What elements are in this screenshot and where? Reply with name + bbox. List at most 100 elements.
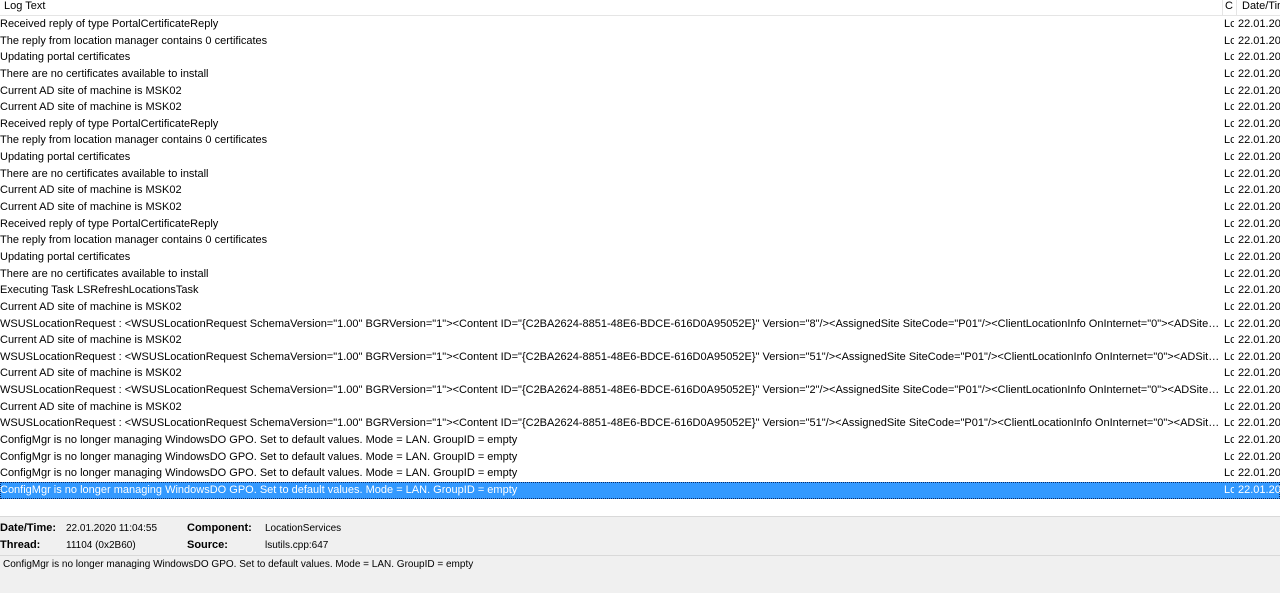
component-cell: Lc [1224,417,1234,430]
log-text-cell: Current AD site of machine is MSK02 [0,101,182,114]
column-header-date-time[interactable]: Date/Tim [1236,0,1280,15]
log-text-cell: The reply from location manager contains… [0,134,268,147]
log-row[interactable]: Current AD site of machine is MSK02 Lc 22.… [0,99,1280,116]
date-time-cell: 22.01.202 [1238,350,1280,363]
date-time-cell: 22.01.202 [1238,184,1280,197]
log-row[interactable]: Received reply of type PortalCertificate… [0,16,1280,33]
component-cell: Lc [1224,67,1234,80]
log-row[interactable]: WSUSLocationRequest : <WSUSLocationReque… [0,349,1280,366]
log-row[interactable]: Current AD site of machine is MSK02 Lc 22.… [0,83,1280,100]
date-time-cell: 22.01.202 [1238,400,1280,413]
date-time-cell: 22.01.202 [1238,34,1280,47]
log-text-cell: Current AD site of machine is MSK02 [0,300,182,313]
component-cell: Lc [1224,18,1234,30]
date-time-cell: 22.01.202 [1238,167,1280,180]
log-row[interactable]: WSUSLocationRequest : <WSUSLocationReque… [0,316,1280,333]
log-row[interactable]: Current AD site of machine is MSK02 Lc 22.… [0,299,1280,316]
date-time-cell: 22.01.202 [1238,450,1280,463]
component-cell: Lc [1224,234,1234,247]
log-row[interactable]: Received reply of type PortalCertificate… [0,216,1280,233]
component-cell: Lc [1224,350,1234,363]
thread-label: Thread: [0,539,41,551]
log-row[interactable]: There are no certificates available to i… [0,166,1280,183]
log-row[interactable]: The reply from location manager contains… [0,33,1280,50]
component-cell: Lc [1224,167,1234,180]
component-cell: Lc [1224,84,1234,97]
component-cell: Lc [1224,317,1234,330]
log-text-cell: Updating portal certificates [0,250,131,263]
log-row[interactable]: Current AD site of machine is MSK02 Lc 22.… [0,182,1280,199]
log-text-cell: ConfigMgr is no longer managing WindowsD… [0,467,518,480]
component-cell: Lc [1224,450,1234,463]
thread-value: 11104 (0x2B60) [66,540,136,551]
datetime-label: Date/Time: [0,522,57,534]
component-cell: Lc [1224,34,1234,47]
log-row[interactable]: There are no certificates available to i… [0,66,1280,83]
log-row[interactable]: WSUSLocationRequest : <WSUSLocationReque… [0,415,1280,432]
log-text-cell: Updating portal certificates [0,51,131,64]
log-row[interactable]: WSUSLocationRequest : <WSUSLocationReque… [0,382,1280,399]
column-header-component[interactable]: C [1222,0,1234,15]
date-time-cell: 22.01.202 [1238,234,1280,247]
log-text-cell: The reply from location manager contains… [0,34,268,47]
log-text-cell: Executing Task LSRefreshLocationsTask [0,284,199,297]
log-row[interactable]: Current AD site of machine is MSK02 Lc 22.… [0,199,1280,216]
date-time-cell: 22.01.202 [1238,51,1280,64]
details-divider [0,555,1280,556]
date-time-cell: 22.01.202 [1238,317,1280,330]
log-row[interactable]: Updating portal certificates Lc 22.01.202 [0,49,1280,66]
log-row[interactable]: Current AD site of machine is MSK02 Lc 22.… [0,332,1280,349]
log-row[interactable]: There are no certificates available to i… [0,266,1280,283]
log-row[interactable]: Current AD site of machine is MSK02 Lc 22.… [0,365,1280,382]
log-text-cell: Updating portal certificates [0,151,131,164]
log-text-cell: WSUSLocationRequest : <WSUSLocationReque… [0,417,1220,430]
component-cell: Lc [1224,201,1234,214]
log-text-cell: Current AD site of machine is MSK02 [0,201,182,214]
log-text-cell: Current AD site of machine is MSK02 [0,334,182,347]
log-text-cell: Received reply of type PortalCertificate… [0,18,219,30]
log-row[interactable]: Updating portal certificates Lc 22.01.202 [0,249,1280,266]
date-time-cell: 22.01.202 [1238,434,1280,447]
log-row[interactable]: ConfigMgr is no longer managing WindowsD… [0,432,1280,449]
log-text-cell: The reply from location manager contains… [0,234,268,247]
log-text-cell: WSUSLocationRequest : <WSUSLocationReque… [0,317,1220,330]
log-row[interactable]: Updating portal certificates Lc 22.01.202 [0,149,1280,166]
component-cell: Lc [1224,284,1234,297]
log-text-cell: There are no certificates available to i… [0,167,209,180]
component-cell: Lc [1224,184,1234,197]
log-row[interactable]: Received reply of type PortalCertificate… [0,116,1280,133]
log-row[interactable]: The reply from location manager contains… [0,232,1280,249]
date-time-cell: 22.01.202 [1238,300,1280,313]
component-cell: Lc [1224,151,1234,164]
date-time-cell: 22.01.202 [1238,201,1280,214]
date-time-cell: 22.01.202 [1238,67,1280,80]
date-time-cell: 22.01.202 [1238,217,1280,230]
log-text-cell: Current AD site of machine is MSK02 [0,367,182,380]
component-cell: Lc [1224,217,1234,230]
log-row[interactable]: ConfigMgr is no longer managing WindowsD… [0,481,1280,499]
log-row[interactable]: The reply from location manager contains… [0,132,1280,149]
date-time-cell: 22.01.202 [1238,151,1280,164]
date-time-cell: 22.01.202 [1238,117,1280,130]
log-text-cell: Current AD site of machine is MSK02 [0,400,182,413]
component-cell: Lc [1224,101,1234,114]
component-cell: Lc [1224,267,1234,280]
log-text-cell: There are no certificates available to i… [0,67,209,80]
component-cell: Lc [1224,51,1234,64]
log-column-header: Log Text C Date/Tim [0,0,1280,16]
log-row[interactable]: Current AD site of machine is MSK02 Lc 22.… [0,399,1280,416]
component-cell: Lc [1224,384,1234,397]
column-header-log-text[interactable]: Log Text [0,0,1220,15]
component-cell: Lc [1224,400,1234,413]
component-cell: Lc [1224,134,1234,147]
component-cell: Lc [1224,117,1234,130]
log-row[interactable]: ConfigMgr is no longer managing WindowsD… [0,465,1280,482]
log-row[interactable]: Executing Task LSRefreshLocationsTask Lc 2… [0,282,1280,299]
component-cell: Lc [1224,367,1234,380]
component-cell: Lc [1224,300,1234,313]
date-time-cell: 22.01.202 [1238,284,1280,297]
component-cell: Lc [1224,467,1234,480]
log-row[interactable]: ConfigMgr is no longer managing WindowsD… [0,449,1280,466]
component-cell: Lc [1224,250,1234,263]
detail-message: ConfigMgr is no longer managing WindowsD… [3,559,474,570]
